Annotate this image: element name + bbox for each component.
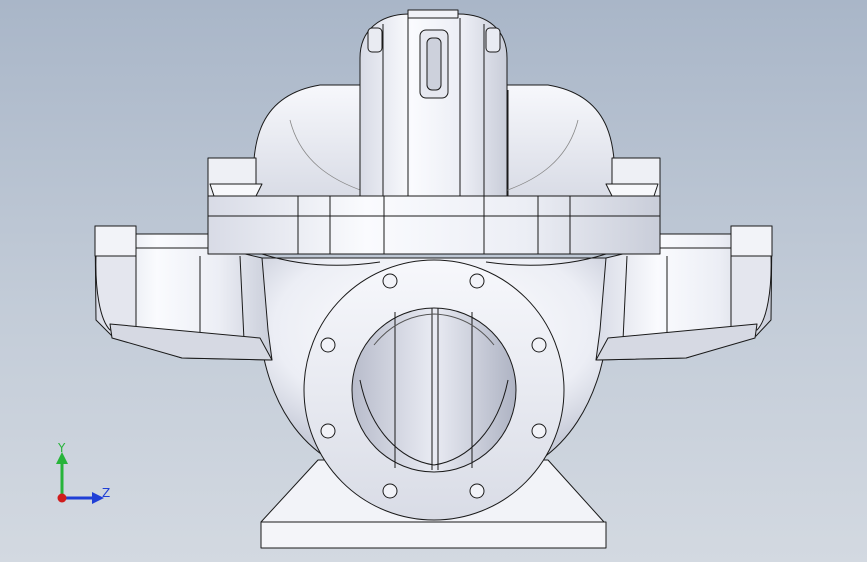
discharge-flange bbox=[303, 259, 565, 521]
graphics-viewport[interactable]: Y Z bbox=[0, 0, 867, 562]
x-axis-dot bbox=[57, 493, 67, 503]
pump-model[interactable] bbox=[0, 0, 867, 562]
y-axis-label: Y bbox=[58, 441, 66, 455]
top-housing bbox=[359, 9, 508, 197]
z-axis-label: Z bbox=[102, 486, 111, 500]
